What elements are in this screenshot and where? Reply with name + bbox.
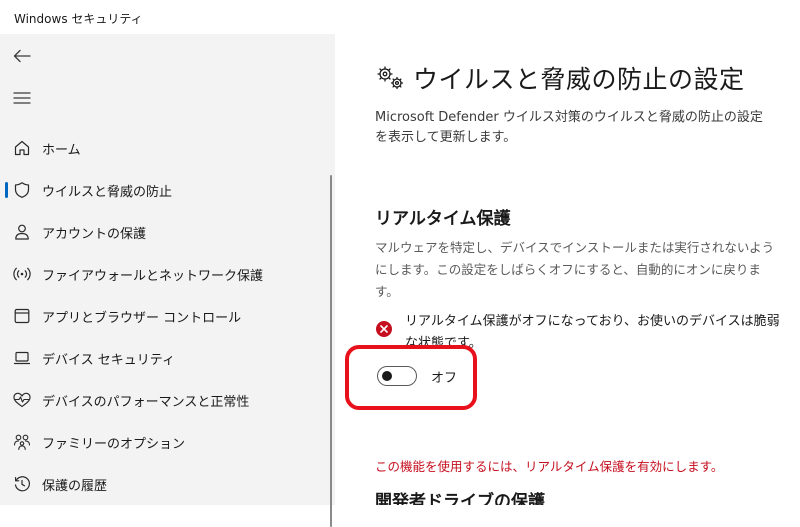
sidebar-item-label: ウイルスと脅威の防止 [42,184,173,200]
page-description: Microsoft Defender ウイルス対策のウイルスと脅威の防止の設定を… [375,110,763,145]
sidebar-item-history[interactable]: 保護の履歴 [0,463,335,505]
home-icon [12,138,32,158]
sidebar-item-home[interactable]: ホーム [0,127,335,169]
shield-icon [12,180,32,200]
wifi-signal-icon [12,264,32,284]
sidebar-item-label: デバイス セキュリティ [42,352,175,368]
realtime-protection-description: マルウェアを特定し、デバイスでインストールまたは実行されないようにします。この設… [375,240,775,299]
page-title: ウイルスと脅威の防止の設定 [413,65,745,94]
requirement-text: この機能を使用するには、リアルタイム保護を有効にします。 [375,459,724,474]
sidebar-item-label: ファイアウォールとネットワーク保護 [42,268,264,284]
menu-button[interactable] [0,78,44,118]
sidebar-item-label: ファミリーのオプション [42,436,186,452]
window-title: Windows セキュリティ [14,12,143,26]
selected-indicator [5,182,8,198]
sidebar-item-firewall[interactable]: ファイアウォールとネットワーク保護 [0,253,335,295]
sidebar-item-family[interactable]: ファミリーのオプション [0,421,335,463]
sidebar-item-account[interactable]: アカウントの保護 [0,211,335,253]
family-icon [12,432,32,452]
back-arrow-icon [13,49,31,63]
sidebar-item-device-performance[interactable]: デバイスのパフォーマンスと正常性 [0,379,335,421]
sidebar-item-label: 保護の履歴 [42,478,108,494]
sidebar-item-virus-protection[interactable]: ウイルスと脅威の防止 [0,169,335,211]
title-bar: Windows セキュリティ [0,0,800,34]
sidebar: ホーム ウイルスと脅威の防止 アカウントの保護 ファイアウォールとネットワーク保… [0,34,335,527]
gears-icon [375,64,407,92]
sidebar-scrollbar[interactable] [330,175,332,527]
main-content: ウイルスと脅威の防止の設定 Microsoft Defender ウイルス対策の… [335,34,800,505]
history-icon [12,474,32,494]
hamburger-menu-icon [13,92,31,104]
sidebar-item-label: アカウントの保護 [42,226,147,242]
nav-list: ホーム ウイルスと脅威の防止 アカウントの保護 ファイアウォールとネットワーク保… [0,127,335,505]
app-window-icon [12,306,32,326]
realtime-protection-title: リアルタイム保護 [375,209,511,229]
laptop-icon [12,348,32,368]
sidebar-item-label: デバイスのパフォーマンスと正常性 [42,394,250,410]
error-circle-icon [375,320,393,338]
sidebar-item-app-browser[interactable]: アプリとブラウザー コントロール [0,295,335,337]
dev-drive-protection-title: 開発者ドライブの保護 [375,492,545,505]
sidebar-item-label: アプリとブラウザー コントロール [42,310,242,326]
highlight-annotation-box [345,345,477,410]
heart-pulse-icon [12,390,32,410]
sidebar-item-label: ホーム [42,142,81,158]
sidebar-item-device-security[interactable]: デバイス セキュリティ [0,337,335,379]
back-button[interactable] [0,36,44,76]
person-icon [12,222,32,242]
page-header: ウイルスと脅威の防止の設定 [375,60,745,96]
